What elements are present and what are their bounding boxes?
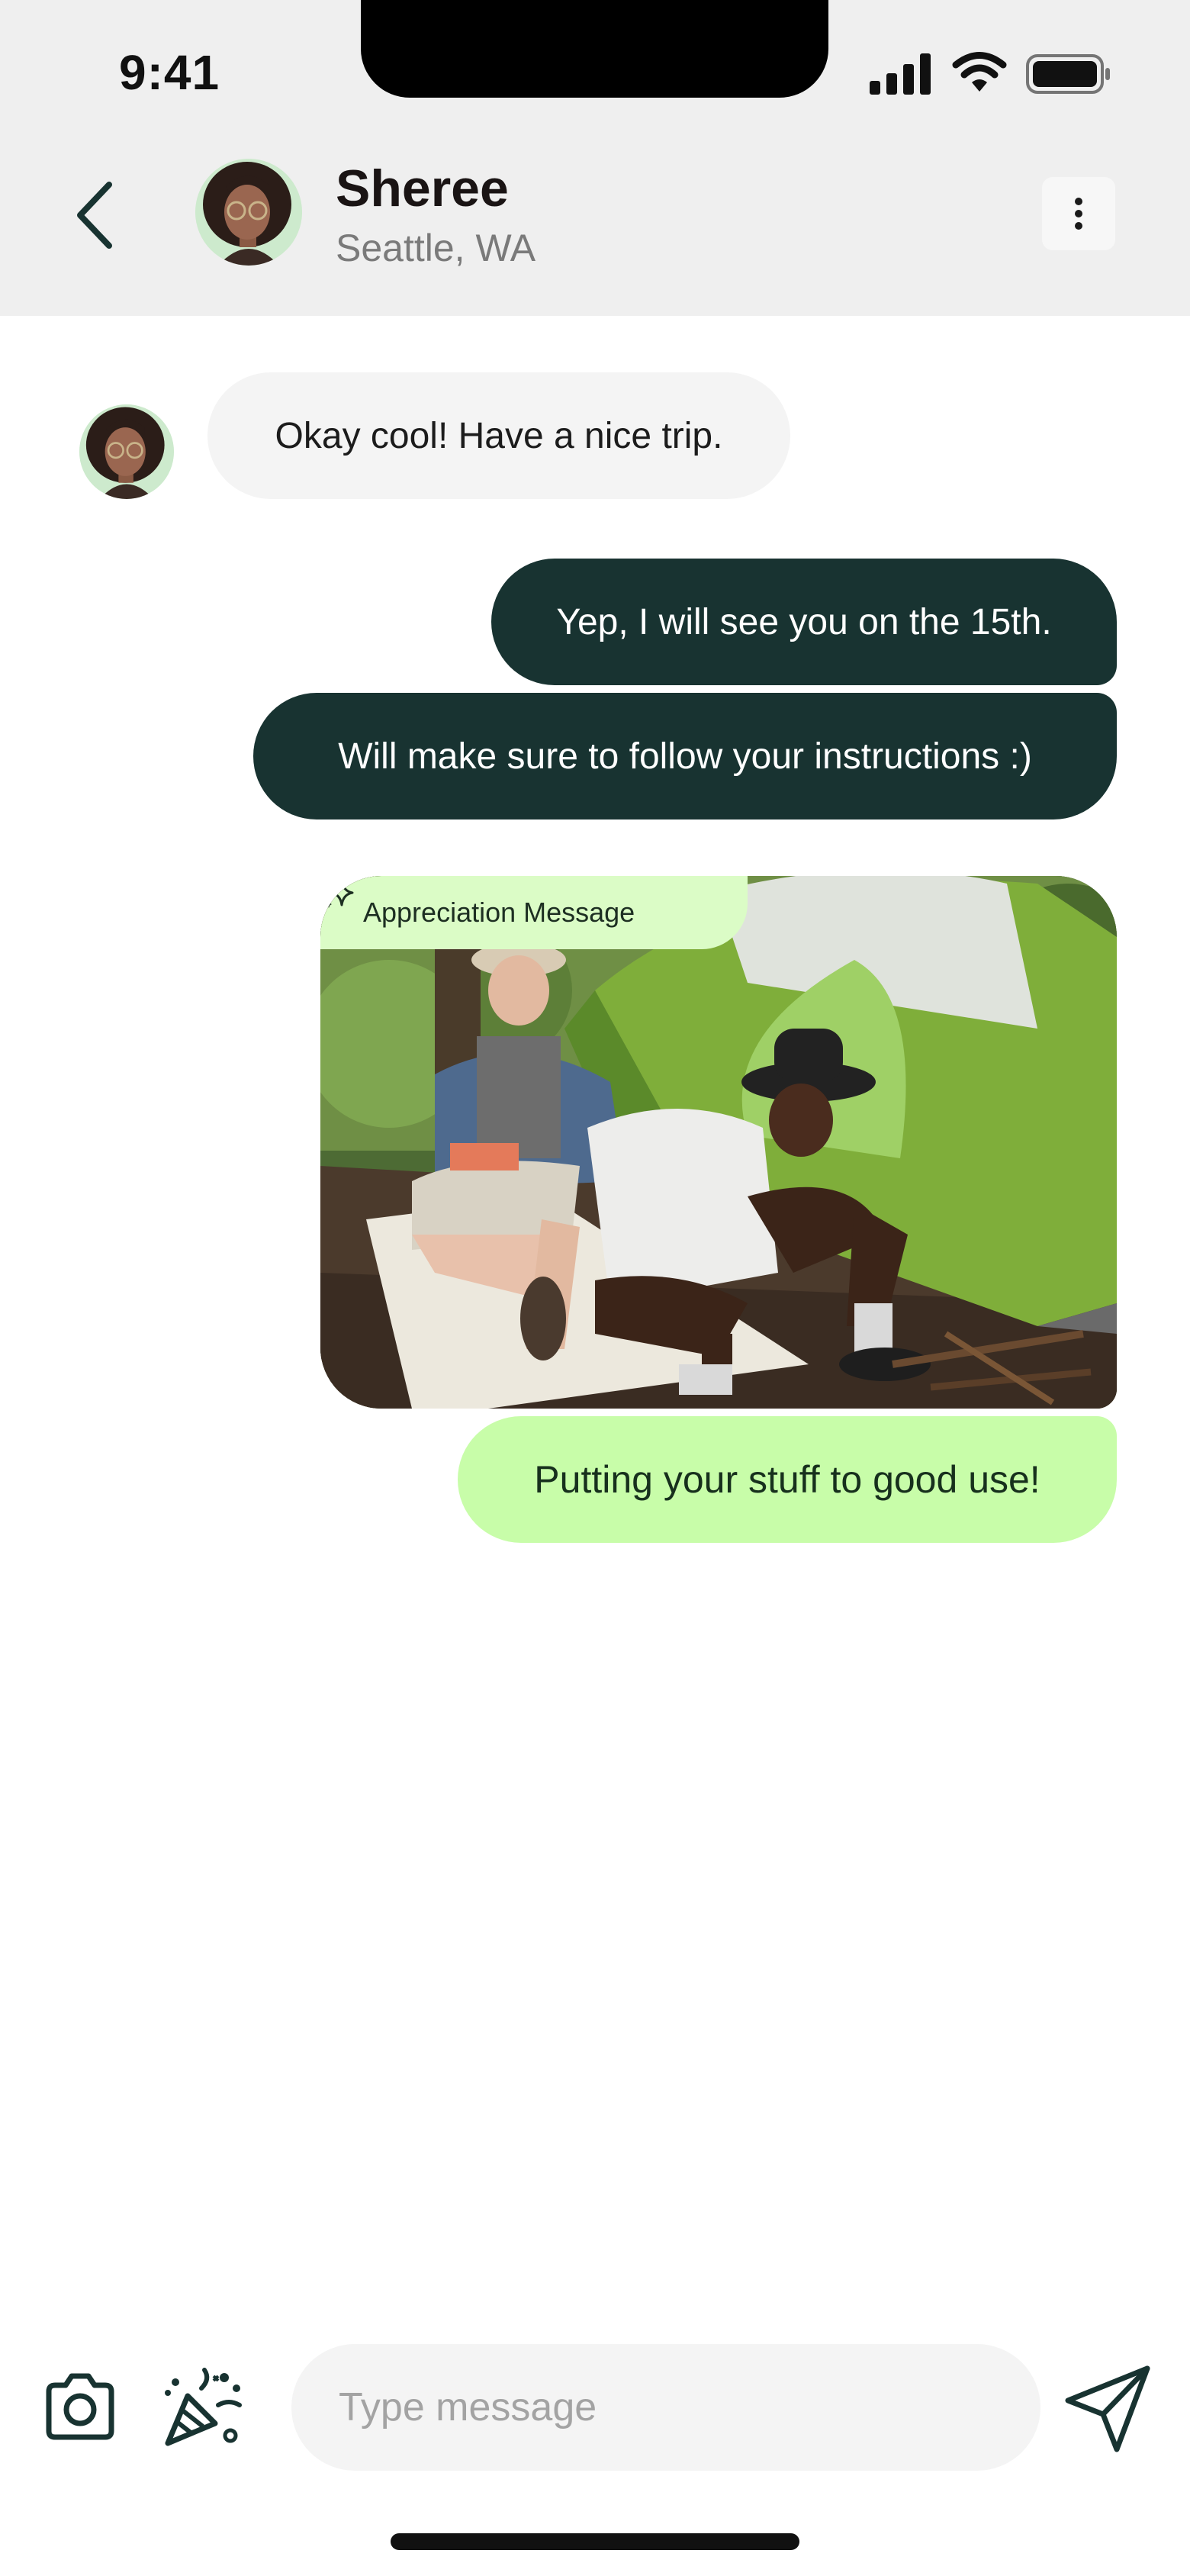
incoming-message-bubble[interactable]: Okay cool! Have a nice trip. — [207, 372, 790, 499]
contact-name: Sheree — [336, 159, 509, 217]
contact-avatar[interactable] — [195, 159, 302, 266]
vertical-dots-icon — [1075, 198, 1082, 230]
status-time: 9:41 — [119, 45, 220, 100]
home-indicator[interactable] — [391, 2533, 799, 2550]
avatar-illustration — [79, 404, 174, 499]
appreciation-tag: Appreciation Message — [320, 876, 748, 949]
appreciation-message-bubble[interactable]: Putting your stuff to good use! — [458, 1416, 1117, 1543]
outgoing-message-bubble[interactable]: Yep, I will see you on the 15th. — [491, 559, 1117, 685]
camera-button[interactable] — [38, 2365, 122, 2449]
cellular-signal-icon — [870, 53, 931, 95]
send-button[interactable] — [1062, 2359, 1158, 2455]
appreciation-photo[interactable]: Appreciation Message — [320, 876, 1117, 1409]
back-button[interactable] — [60, 169, 128, 261]
message-sender-avatar — [79, 404, 174, 499]
avatar-illustration — [195, 159, 302, 266]
device-notch — [361, 0, 828, 98]
message-input[interactable] — [291, 2344, 1040, 2471]
more-options-button[interactable] — [1042, 177, 1115, 250]
chevron-left-icon — [77, 182, 112, 249]
camera-icon — [46, 2373, 114, 2440]
party-popper-icon — [165, 2368, 242, 2446]
outgoing-message-bubble[interactable]: Will make sure to follow your instructio… — [253, 693, 1117, 819]
camping-photo-illustration — [320, 876, 1117, 1409]
battery-icon — [1026, 54, 1110, 94]
chat-screen: 9:41 Sheree Seattle, WA Okay cool! Have … — [0, 0, 1190, 2576]
contact-location: Seattle, WA — [336, 227, 536, 269]
appreciation-tag-label: Appreciation Message — [363, 897, 635, 928]
celebration-button[interactable] — [157, 2365, 244, 2452]
chat-header: 9:41 Sheree Seattle, WA — [0, 0, 1190, 316]
wifi-icon — [952, 52, 1007, 92]
sparkle-icon — [324, 879, 354, 908]
send-icon — [1065, 2365, 1150, 2452]
